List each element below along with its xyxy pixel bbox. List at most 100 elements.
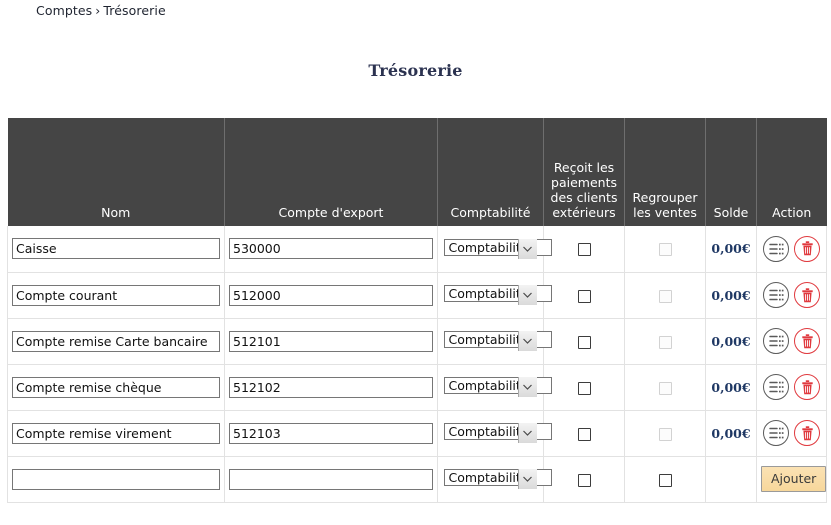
add-button[interactable]: Ajouter [761, 466, 827, 492]
table-row: Comptabilité 0,00€ [7, 410, 827, 457]
comptabilite-select[interactable]: Comptabilité [443, 284, 552, 306]
chevron-down-icon [517, 469, 537, 489]
recoit-paiements-checkbox[interactable] [577, 381, 591, 395]
cell-export [224, 318, 438, 365]
cell-solde: 0,00€ [705, 410, 757, 457]
new-account-row: Comptabilité Ajouter [7, 456, 827, 503]
trash-icon[interactable] [794, 282, 820, 308]
comptabilite-select[interactable]: Comptabilité [443, 330, 552, 352]
row-actions [761, 420, 822, 446]
solde-value: 0,00€ [711, 241, 751, 257]
recoit-paiements-checkbox[interactable] [577, 289, 591, 303]
recoit-paiements-checkbox[interactable] [577, 427, 591, 441]
cell-nom [7, 410, 225, 457]
column-header-comptabilite: Comptabilité [437, 118, 544, 226]
table-row: Comptabilité 0,00€ [7, 364, 827, 411]
new-comptabilite-select[interactable]: Comptabilité [443, 468, 552, 490]
detail-icon[interactable] [763, 328, 789, 354]
column-header-recoit-paiements: Reçoit les paiements des clients extérie… [543, 118, 625, 226]
cell-action [756, 318, 827, 365]
export-account-input[interactable] [229, 330, 433, 352]
chevron-down-icon [517, 377, 537, 397]
cell-regrouper-ventes [624, 410, 706, 457]
cell-new-export [224, 456, 438, 503]
solde-value: 0,00€ [711, 333, 751, 349]
trash-icon[interactable] [794, 374, 820, 400]
breadcrumb-separator-icon: › [95, 3, 101, 18]
new-regrouper-ventes-checkbox[interactable] [658, 473, 672, 487]
table-header-row: Nom Compte d'export Comptabilité Reçoit … [7, 118, 827, 226]
column-header-action: Action [756, 118, 827, 226]
cell-nom [7, 272, 225, 319]
new-account-name-input[interactable] [12, 468, 220, 490]
cell-new-recoit-paiements [543, 456, 625, 503]
account-name-input[interactable] [12, 238, 220, 260]
recoit-paiements-checkbox[interactable] [577, 335, 591, 349]
cell-comptabilite: Comptabilité [437, 272, 552, 319]
regrouper-ventes-checkbox [658, 381, 672, 395]
cell-recoit-paiements [543, 318, 625, 365]
cell-solde: 0,00€ [705, 226, 757, 273]
solde-value: 0,00€ [711, 379, 751, 395]
accounts-table: Nom Compte d'export Comptabilité Reçoit … [7, 118, 827, 503]
cell-regrouper-ventes [624, 364, 706, 411]
cell-recoit-paiements [543, 364, 625, 411]
cell-comptabilite: Comptabilité [437, 410, 552, 457]
breadcrumb: Comptes › Trésorerie [36, 3, 166, 18]
comptabilite-select[interactable]: Comptabilité [443, 376, 552, 398]
cell-action [756, 410, 827, 457]
new-recoit-paiements-checkbox[interactable] [577, 473, 591, 487]
column-header-nom: Nom [7, 118, 225, 226]
recoit-paiements-checkbox[interactable] [577, 243, 591, 257]
chevron-down-icon [517, 331, 537, 351]
cell-recoit-paiements [543, 226, 625, 273]
regrouper-ventes-checkbox [658, 427, 672, 441]
cell-nom [7, 318, 225, 365]
cell-action [756, 272, 827, 319]
comptabilite-select[interactable]: Comptabilité [443, 238, 552, 260]
regrouper-ventes-checkbox [658, 289, 672, 303]
chevron-down-icon [517, 423, 537, 443]
export-account-input[interactable] [229, 284, 433, 306]
account-name-input[interactable] [12, 284, 220, 306]
row-actions [761, 374, 822, 400]
accounts-table-body: Comptabilité0,00€Comptabilité0,00€Compta… [7, 226, 827, 503]
chevron-down-icon [517, 285, 537, 305]
new-export-account-input[interactable] [229, 468, 433, 490]
breadcrumb-item-tresorerie[interactable]: Trésorerie [103, 3, 165, 18]
account-name-input[interactable] [12, 330, 220, 352]
table-row: Comptabilité 0,00€ [7, 318, 827, 365]
detail-icon[interactable] [763, 374, 789, 400]
comptabilite-select[interactable]: Comptabilité [443, 422, 552, 444]
cell-recoit-paiements [543, 410, 625, 457]
detail-icon[interactable] [763, 282, 789, 308]
column-header-regrouper-ventes: Regrouper les ventes [624, 118, 706, 226]
row-actions [761, 282, 822, 308]
column-header-export: Compte d'export [224, 118, 438, 226]
cell-comptabilite: Comptabilité [437, 364, 552, 411]
solde-value: 0,00€ [711, 425, 751, 441]
export-account-input[interactable] [229, 376, 433, 398]
table-row: Comptabilité 0,00€ [7, 226, 827, 273]
export-account-input[interactable] [229, 238, 433, 260]
detail-icon[interactable] [763, 420, 789, 446]
account-name-input[interactable] [12, 376, 220, 398]
column-header-solde: Solde [705, 118, 757, 226]
trash-icon[interactable] [794, 328, 820, 354]
regrouper-ventes-checkbox [658, 335, 672, 349]
cell-export [224, 410, 438, 457]
cell-export [224, 364, 438, 411]
treasury-accounts-page: Comptes › Trésorerie Trésorerie Nom Compte… [0, 0, 831, 525]
cell-new-solde [705, 456, 757, 503]
account-name-input[interactable] [12, 422, 220, 444]
trash-icon[interactable] [794, 235, 820, 262]
cell-new-comptabilite: Comptabilité [437, 456, 552, 503]
breadcrumb-item-comptes[interactable]: Comptes [36, 3, 92, 18]
export-account-input[interactable] [229, 422, 433, 444]
cell-new-action: Ajouter [756, 456, 827, 503]
cell-export [224, 272, 438, 319]
page-title: Trésorerie [368, 61, 463, 80]
trash-icon[interactable] [794, 420, 820, 446]
cell-export [224, 226, 438, 273]
detail-icon[interactable] [763, 235, 789, 262]
